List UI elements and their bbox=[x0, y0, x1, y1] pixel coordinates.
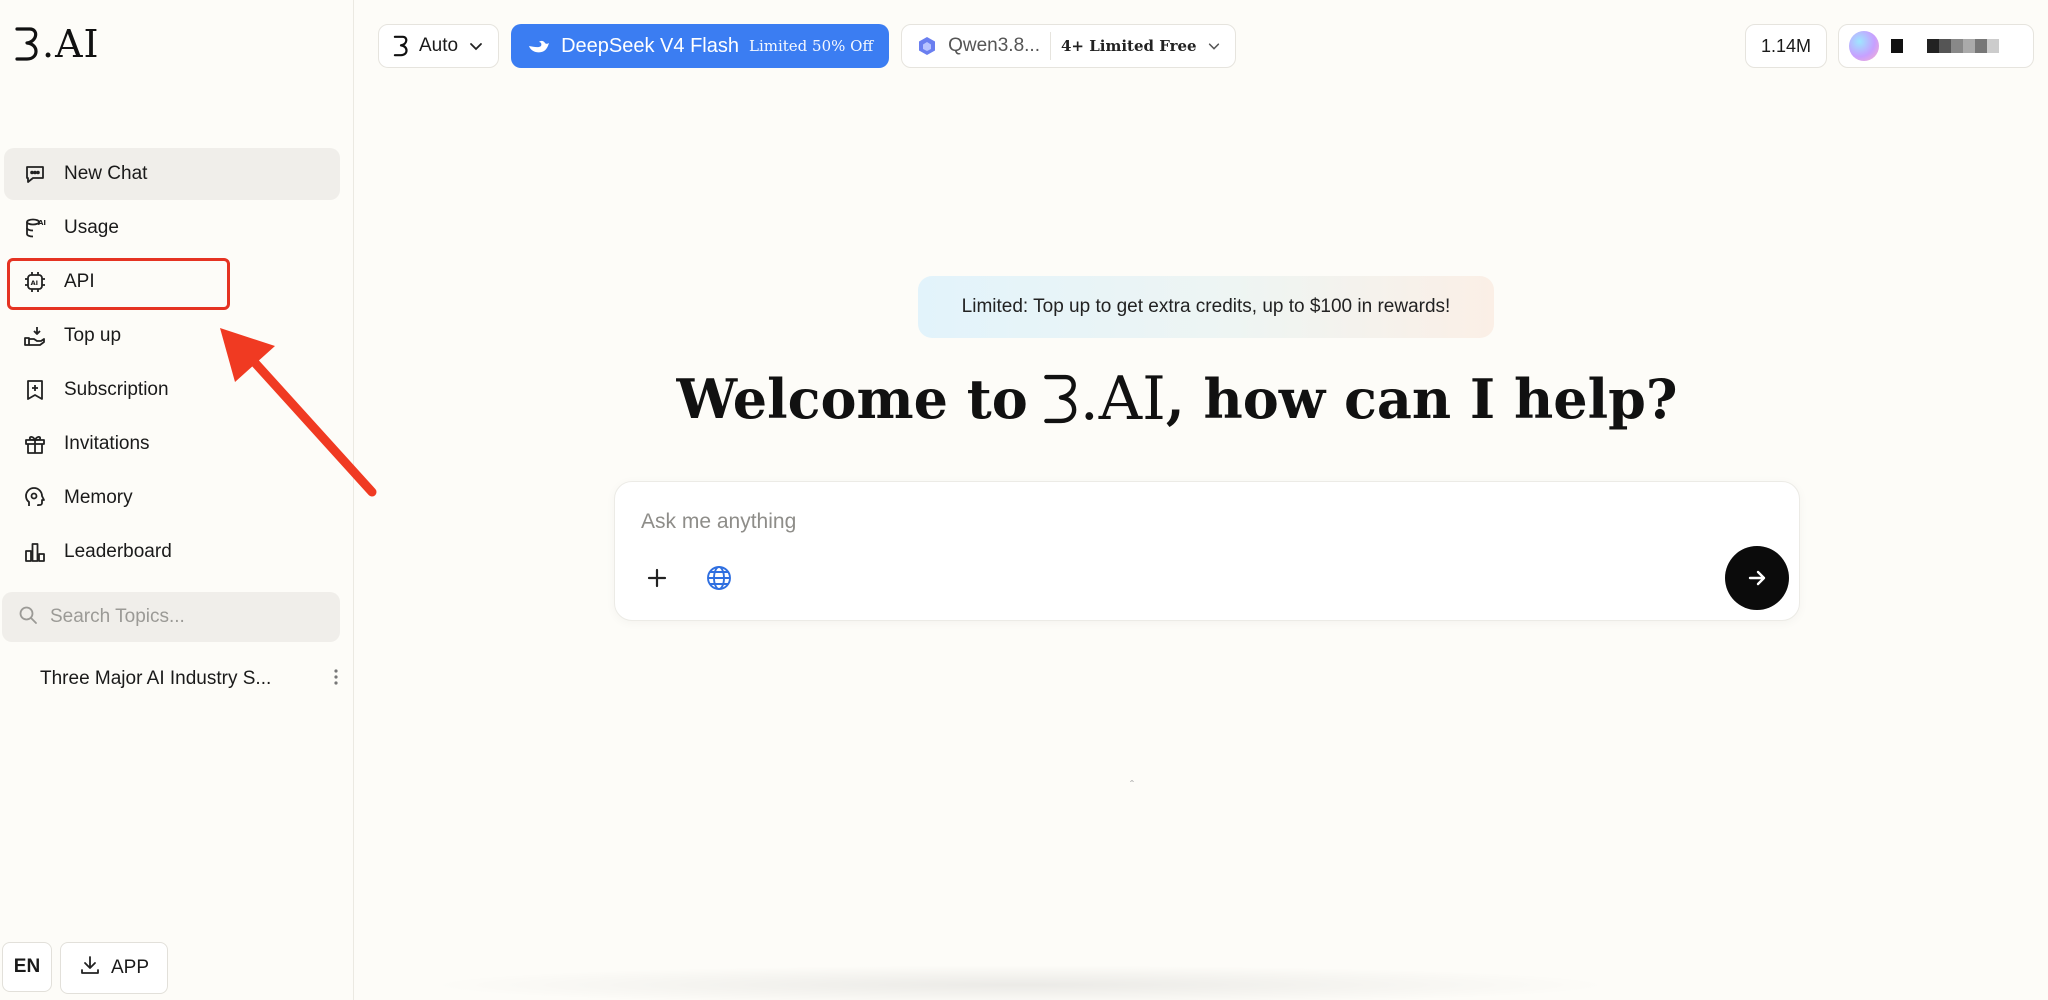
divider bbox=[1050, 32, 1051, 60]
sidebar-item-usage[interactable]: AI Usage bbox=[4, 202, 340, 254]
gift-icon bbox=[22, 431, 48, 457]
model-chip-qwen[interactable]: Qwen3.8... 4+ Limited Free bbox=[901, 24, 1236, 68]
logo-mark-icon bbox=[15, 27, 38, 61]
logo-text: .AI bbox=[42, 22, 100, 66]
scroll-caret-icon: ˆ bbox=[1130, 778, 1134, 792]
model-toolbar: Auto DeepSeek V4 Flash Limited 50% Off Q… bbox=[378, 24, 1236, 68]
sidebar-footer: EN APP bbox=[2, 942, 168, 994]
user-menu[interactable] bbox=[1838, 24, 2034, 68]
chevron-down-icon bbox=[470, 43, 482, 51]
redacted-username bbox=[1891, 39, 1999, 53]
chevron-down-icon bbox=[1208, 43, 1219, 50]
database-ai-icon: AI bbox=[22, 215, 48, 241]
hand-coin-icon bbox=[22, 323, 48, 349]
topic-title: Three Major AI Industry S... bbox=[40, 668, 272, 689]
model-name: DeepSeek V4 Flash bbox=[561, 34, 739, 57]
chat-bubble-icon bbox=[22, 161, 48, 187]
sidebar-item-label: Invitations bbox=[64, 433, 150, 454]
sidebar-item-label: Usage bbox=[64, 217, 119, 238]
logo-mark-icon bbox=[393, 35, 408, 57]
logo[interactable]: .AI bbox=[14, 22, 100, 66]
bottom-shadow bbox=[420, 965, 1620, 1000]
bar-chart-icon bbox=[22, 539, 48, 565]
welcome-prefix: Welcome to bbox=[676, 367, 1028, 431]
chat-input[interactable] bbox=[641, 504, 1641, 540]
sidebar-item-label: Memory bbox=[64, 487, 133, 508]
sidebar: .AI New Chat AI Usage AI API Top up Subs… bbox=[0, 0, 377, 1000]
whale-icon bbox=[529, 40, 550, 53]
sidebar-item-leaderboard[interactable]: Leaderboard bbox=[4, 526, 340, 578]
welcome-heading: Welcome to .AI , how can I help? bbox=[0, 364, 2048, 434]
welcome-brand: .AI , how can I help? bbox=[1042, 364, 1678, 434]
brain-head-icon bbox=[22, 485, 48, 511]
attach-plus-icon[interactable] bbox=[639, 560, 675, 596]
download-app-button[interactable]: APP bbox=[60, 942, 168, 994]
sidebar-item-api[interactable]: AI API bbox=[4, 256, 340, 308]
arrow-right-icon bbox=[1748, 570, 1766, 586]
model-chip-deepseek[interactable]: DeepSeek V4 Flash Limited 50% Off bbox=[511, 24, 890, 68]
topic-list-item[interactable]: Three Major AI Industry S... bbox=[40, 660, 340, 698]
chat-composer bbox=[614, 481, 1800, 621]
search-icon bbox=[18, 605, 38, 630]
search-input[interactable] bbox=[50, 606, 330, 628]
credits-balance[interactable]: 1.14M bbox=[1745, 24, 1827, 68]
logo-mark-icon bbox=[1043, 374, 1077, 424]
ai-chip-icon: AI bbox=[22, 269, 48, 295]
svg-text:AI: AI bbox=[38, 219, 46, 227]
web-search-globe-icon[interactable] bbox=[701, 560, 737, 596]
more-vertical-icon[interactable] bbox=[332, 668, 340, 691]
secondary-model-name: Qwen3.8... bbox=[948, 35, 1040, 56]
welcome-brand-text: .AI bbox=[1079, 364, 1166, 434]
limited-free-badge: 4+ Limited Free bbox=[1061, 37, 1197, 55]
avatar bbox=[1849, 31, 1879, 61]
auto-mode-dropdown[interactable]: Auto bbox=[378, 24, 500, 68]
app-label: APP bbox=[110, 957, 150, 978]
qwen-logo-icon bbox=[919, 37, 936, 55]
download-icon bbox=[79, 954, 101, 982]
promo-banner[interactable]: Limited: Top up to get extra credits, up… bbox=[918, 276, 1494, 338]
svg-text:AI: AI bbox=[31, 279, 38, 287]
language-button[interactable]: EN bbox=[2, 942, 52, 992]
search-topics[interactable] bbox=[2, 592, 340, 642]
model-promo-badge: Limited 50% Off bbox=[748, 37, 874, 55]
sidebar-item-label: Top up bbox=[64, 325, 122, 346]
sidebar-item-label: Leaderboard bbox=[64, 541, 172, 562]
auto-label: Auto bbox=[419, 35, 459, 56]
welcome-suffix: , how can I help? bbox=[1165, 367, 1678, 431]
sidebar-item-new-chat[interactable]: New Chat bbox=[4, 148, 340, 200]
sidebar-item-label: New Chat bbox=[64, 163, 148, 184]
send-button[interactable] bbox=[1725, 546, 1789, 610]
sidebar-item-label: API bbox=[64, 271, 95, 292]
